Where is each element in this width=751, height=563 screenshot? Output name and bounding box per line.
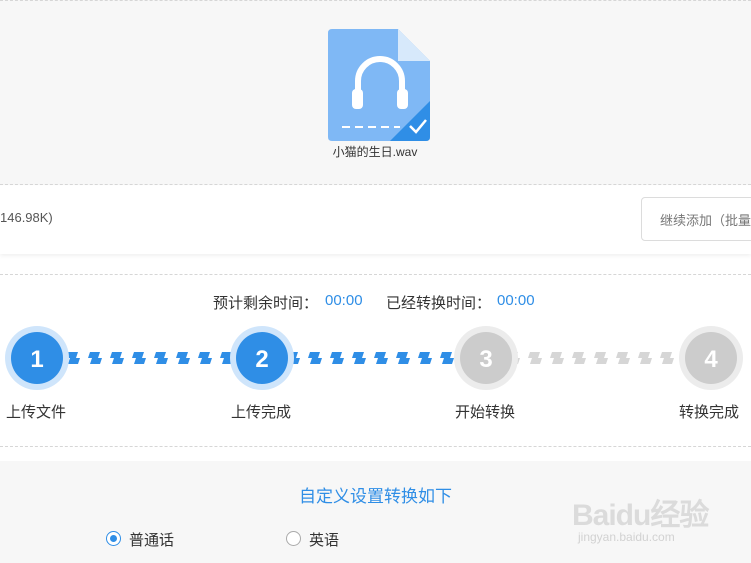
baidu-jingyan-watermark: Baidu经验 jingyan.baidu.com [572, 480, 742, 555]
step-4-number: 4 [704, 346, 718, 373]
watermark-text: Baidu经验 [572, 499, 709, 532]
timer-row: 预计剩余时间： 00:00 已经转换时间： 00:00 [0, 292, 751, 314]
file-info-bar: 146.98K) 继续添加（批量 [0, 186, 751, 254]
radio-label: 英语 [309, 532, 340, 549]
step-4-marker: 4 [679, 326, 743, 390]
progress-segment-1-2 [60, 352, 248, 364]
step-2-label: 上传完成 [231, 404, 292, 421]
step-2-marker: 2 [230, 326, 294, 390]
file-name: 小猫的生日.wav [332, 145, 418, 159]
step-1-marker: 1 [5, 326, 69, 390]
step-2-number: 2 [255, 346, 268, 373]
continue-add-button[interactable]: 继续添加（批量 [641, 197, 751, 241]
elapsed-time-value: 00:00 [497, 292, 535, 309]
step-3-number: 3 [479, 346, 492, 373]
remaining-time-label: 预计剩余时间： [213, 295, 319, 312]
file-size-text: 146.98K) [0, 210, 53, 225]
step-1-label: 上传文件 [6, 404, 67, 421]
upload-area[interactable]: 小猫的生日.wav [0, 0, 751, 185]
step-1-number: 1 [30, 346, 43, 373]
radio-label: 普通话 [129, 532, 175, 549]
step-3-marker: 3 [454, 326, 518, 390]
progress-steps: 1 2 3 4 [5, 326, 743, 390]
divider [0, 274, 751, 275]
headphones-audio-file-icon [328, 29, 430, 141]
progress-segment-2-3 [285, 352, 463, 364]
watermark-url: jingyan.baidu.com [578, 530, 675, 544]
step-4-label: 转换完成 [679, 404, 740, 421]
elapsed-time-label: 已经转换时间： [386, 295, 492, 312]
uploaded-file-card[interactable]: 小猫的生日.wav [322, 25, 432, 165]
step-3-label: 开始转换 [455, 404, 516, 421]
divider [0, 446, 751, 447]
progress-segment-3-4 [510, 352, 688, 364]
remaining-time-value: 00:00 [325, 292, 363, 309]
radio-unchecked-icon[interactable] [286, 531, 301, 546]
radio-checked-icon[interactable] [106, 531, 121, 546]
